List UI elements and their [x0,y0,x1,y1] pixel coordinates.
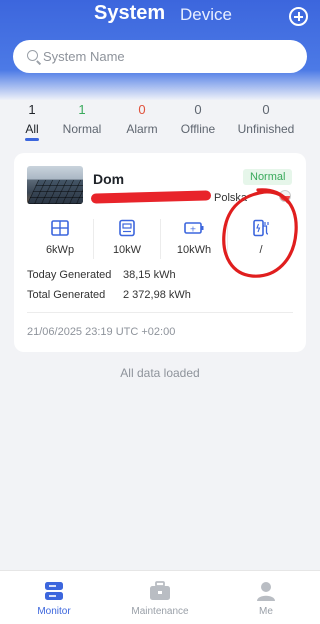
system-location: Polska [214,192,248,204]
search-input[interactable] [43,40,293,73]
total-generated-label: Total Generated [27,289,106,301]
last-update-timestamp: 21/06/2025 23:19 UTC +02:00 [27,326,176,338]
today-generated-value: 38,15 kWh [123,269,176,281]
total-generated-row: Total Generated 2 372,98 kWh [27,289,191,301]
filter-alarm[interactable]: 0 Alarm [120,102,164,137]
person-icon [257,582,275,601]
top-tabs: System Device [0,2,320,28]
filter-unfinished[interactable]: 0 Unfinished [234,102,298,137]
card-divider [27,312,293,313]
filter-count: 1 [78,102,86,117]
solar-panel-icon [51,220,69,236]
selected-underline [25,138,39,141]
redaction-mark [90,190,212,204]
filter-label: Unfinished [237,122,295,136]
spec-value: / [259,244,263,256]
nav-monitor[interactable]: Monitor [14,571,94,617]
system-name: Dom [93,171,125,187]
filter-offline[interactable]: 0 Offline [176,102,220,137]
spec-inverter-power: 10kW [94,213,160,256]
bottom-nav: Monitor Maintenance Me [0,570,320,624]
add-system-icon[interactable] [289,7,308,26]
filter-all[interactable]: 1 All [20,102,44,141]
filter-count: 1 [28,102,36,117]
search-icon [27,50,38,61]
system-specs: 6kWp 10kW + 10kWh / [14,213,306,263]
battery-icon: + [184,222,204,234]
tab-system[interactable]: System [94,2,165,25]
spec-value: 10kWh [176,244,212,256]
status-badge: Normal [243,169,293,185]
toolbox-icon [150,581,170,600]
filter-count: 0 [262,102,270,117]
filter-count: 0 [194,102,202,117]
system-card[interactable]: Dom Normal Polska 6kWp 10kW + 10kWh / To… [14,153,306,352]
spec-charger: / [228,213,294,256]
inverter-icon [119,219,135,237]
spec-battery-capacity: + 10kWh [161,213,227,256]
search-bar[interactable] [13,40,307,73]
total-generated-value: 2 372,98 kWh [123,289,191,301]
filter-count: 0 [138,102,146,117]
nav-label: Me [259,606,273,617]
spec-value: 10kW [112,244,142,256]
nav-label: Maintenance [131,606,189,617]
svg-text:+: + [190,224,197,233]
filter-normal[interactable]: 1 Normal [58,102,106,137]
nav-maintenance[interactable]: Maintenance [120,571,200,617]
spec-value: 6kWp [45,244,75,256]
filter-label: All [25,122,39,136]
system-thumbnail [27,166,83,204]
today-generated-row: Today Generated 38,15 kWh [27,269,176,281]
status-filter: 1 All 1 Normal 0 Alarm 0 Offline 0 Unfin… [0,102,320,142]
monitor-icon [45,582,63,600]
spec-pv-capacity: 6kWp [27,213,93,256]
nav-me[interactable]: Me [226,571,306,617]
list-footer: All data loaded [120,366,200,380]
ev-charger-icon [253,219,269,237]
tab-device[interactable]: Device [180,5,232,25]
today-generated-label: Today Generated [27,269,112,281]
filter-label: Alarm [126,122,158,136]
nav-label: Monitor [37,606,71,617]
flag-icon [279,190,291,202]
filter-label: Offline [180,122,216,136]
filter-label: Normal [62,122,102,136]
